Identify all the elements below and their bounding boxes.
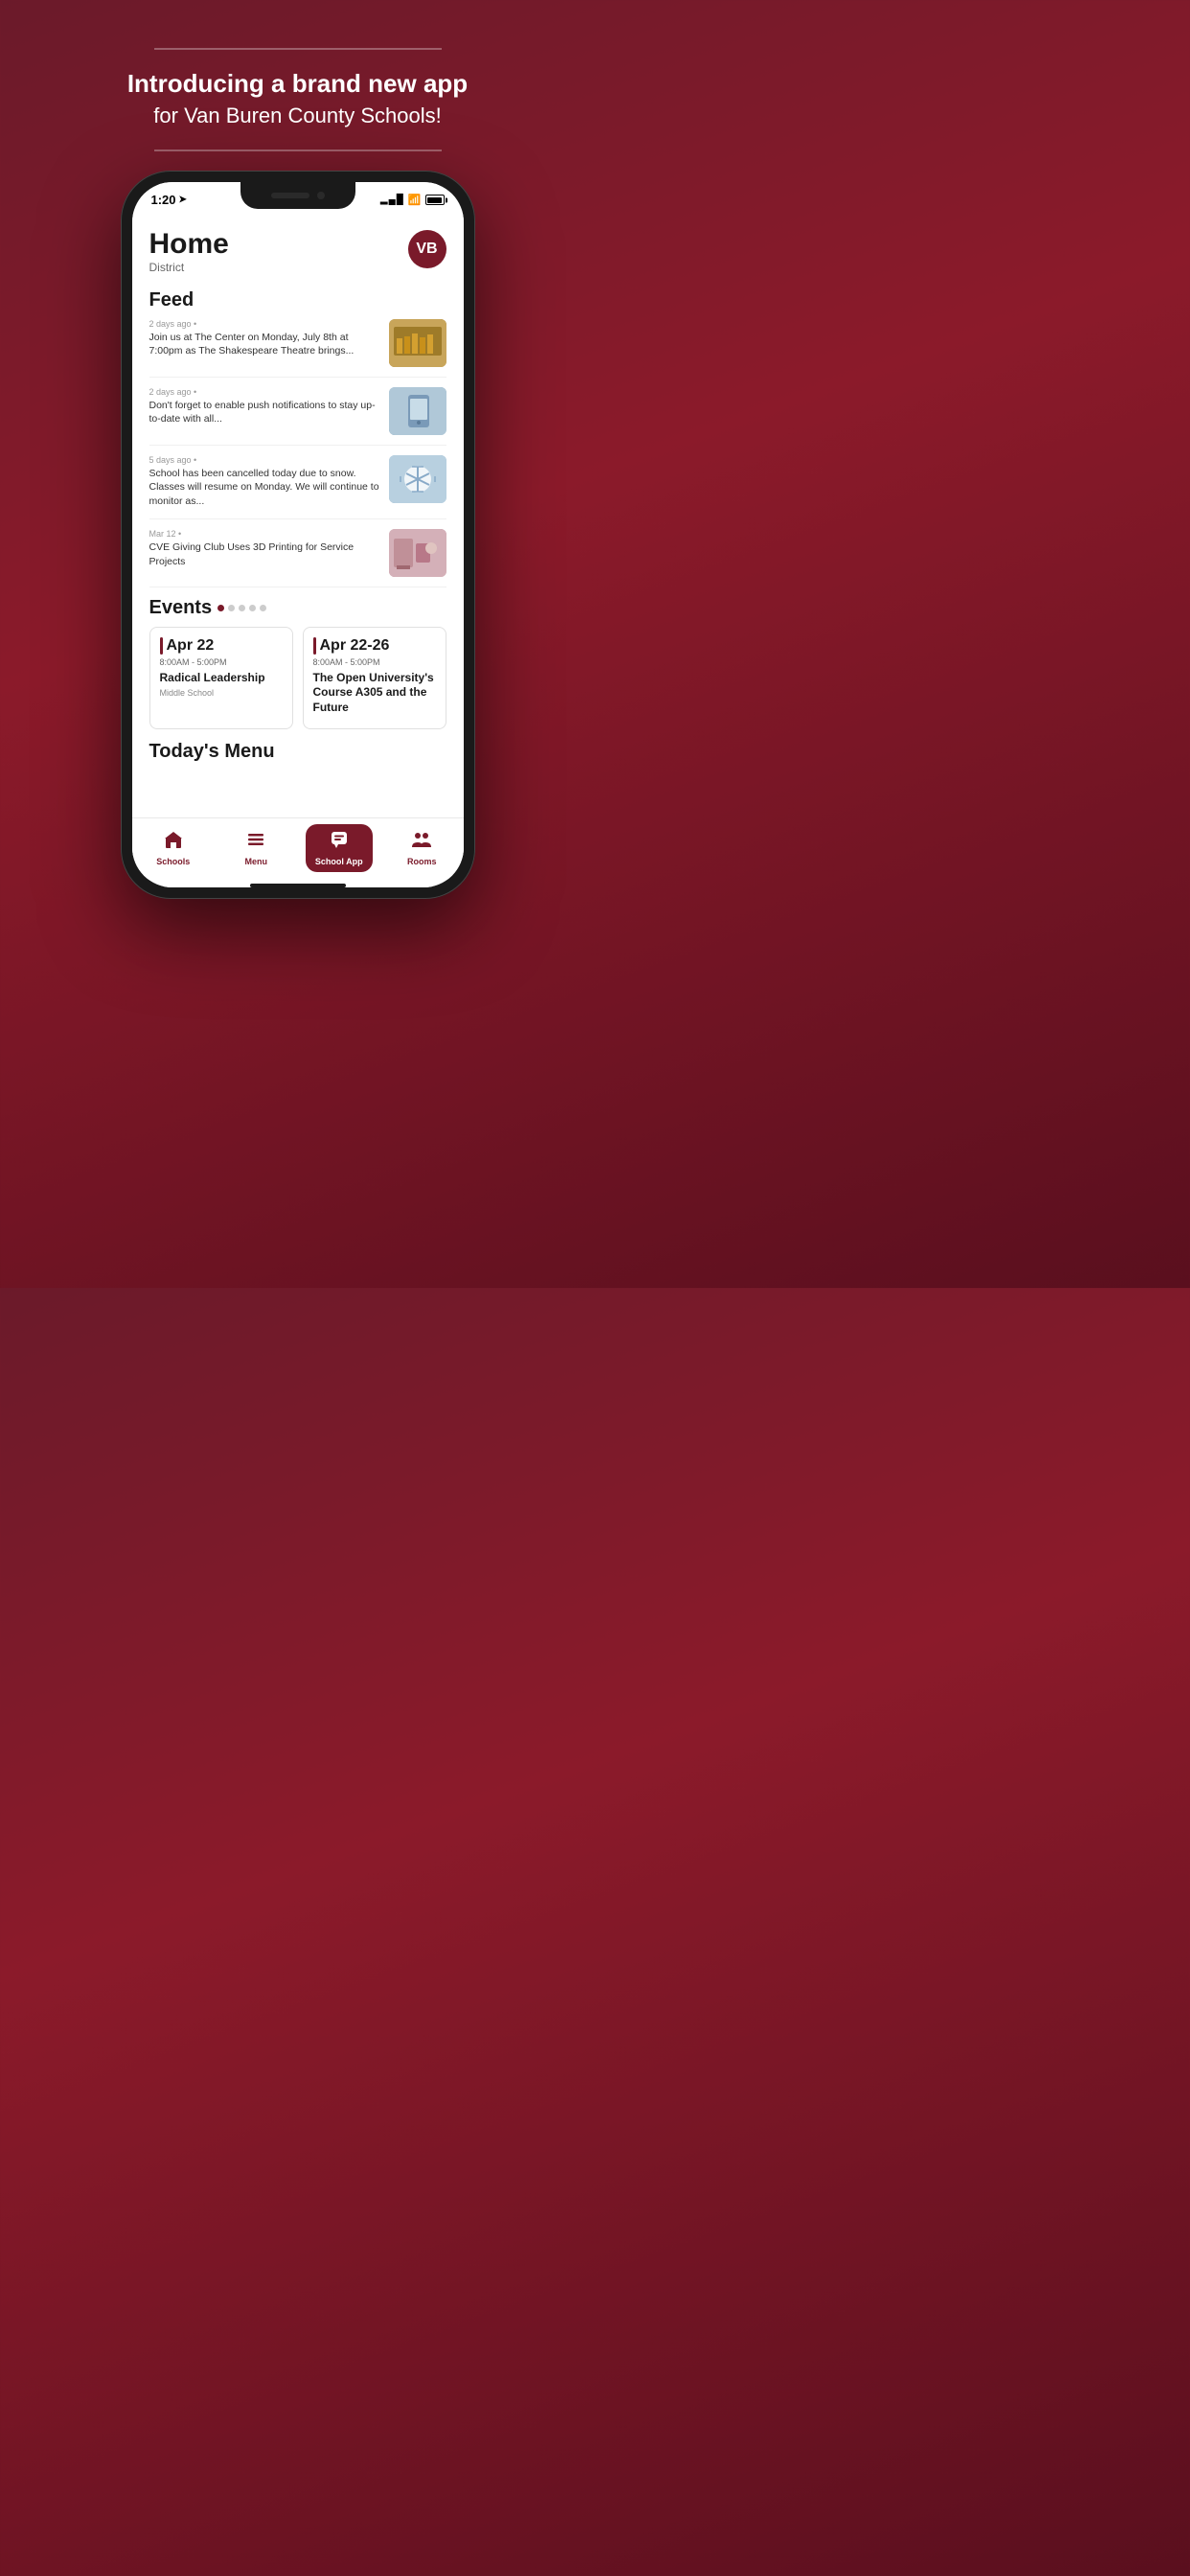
location-arrow-icon: ➤ [179, 195, 187, 205]
nav-item-school-app[interactable]: School App [306, 824, 373, 872]
event-card[interactable]: Apr 22-26 8:00AM - 5:00PM The Open Unive… [303, 627, 446, 729]
event-time: 8:00AM - 5:00PM [160, 657, 283, 667]
signal-icon: ▂▄█ [380, 195, 404, 205]
building-icon [164, 830, 183, 854]
feed-item-text: Mar 12 • CVE Giving Club Uses 3D Printin… [149, 529, 381, 577]
hero-headline: Introducing a brand new app for Van Bure… [89, 50, 506, 150]
feed-body: CVE Giving Club Uses 3D Printing for Ser… [149, 540, 381, 568]
feed-body: School has been cancelled today due to s… [149, 467, 381, 509]
feed-body: Don't forget to enable push notification… [149, 399, 381, 426]
feed-meta: 5 days ago • [149, 455, 381, 465]
event-location: Middle School [160, 688, 283, 698]
people-icon [411, 830, 432, 854]
feed-thumbnail [389, 455, 446, 503]
event-name: The Open University's Course A305 and th… [313, 671, 436, 716]
event-date: Apr 22-26 [313, 637, 436, 655]
hero-line1: Introducing a brand new app [127, 69, 468, 99]
event-card[interactable]: Apr 22 8:00AM - 5:00PM Radical Leadershi… [149, 627, 293, 729]
event-date: Apr 22 [160, 637, 283, 655]
feed-item-text: 5 days ago • School has been cancelled t… [149, 455, 381, 509]
feed-item-text: 2 days ago • Join us at The Center on Mo… [149, 319, 381, 367]
battery-icon [425, 195, 445, 205]
status-bar: 1:20 ➤ ▂▄█ 📶 [132, 182, 464, 218]
events-header: Events [149, 597, 446, 619]
events-pagination-dots [217, 605, 266, 611]
home-indicator [250, 884, 346, 887]
phone-screen: 1:20 ➤ ▂▄█ 📶 Home [132, 182, 464, 887]
nav-item-rooms[interactable]: Rooms [388, 824, 455, 872]
feed-body: Join us at The Center on Monday, July 8t… [149, 331, 381, 358]
feed-meta: 2 days ago • [149, 319, 381, 329]
feed-thumbnail [389, 529, 446, 577]
nav-label-schools: Schools [156, 857, 190, 866]
notch-camera [317, 192, 325, 199]
home-header: Home District VB [149, 230, 446, 276]
phone-mockup: 1:20 ➤ ▂▄█ 📶 Home [121, 171, 475, 899]
bottom-divider [154, 150, 442, 151]
feed-item-text: 2 days ago • Don't forget to enable push… [149, 387, 381, 435]
feed-thumbnail [389, 319, 446, 367]
status-icons: ▂▄█ 📶 [380, 194, 445, 206]
dot-3 [239, 605, 245, 611]
feed-meta: 2 days ago • [149, 387, 381, 397]
nav-item-schools[interactable]: Schools [140, 824, 207, 872]
dot-2 [228, 605, 235, 611]
home-subtitle: District [149, 261, 185, 274]
avatar-initials: VB [416, 241, 437, 258]
avatar[interactable]: VB [408, 230, 446, 268]
status-time: 1:20 ➤ [151, 193, 187, 207]
notch [240, 182, 355, 209]
nav-label-school-app: School App [315, 857, 363, 866]
home-title-group: Home District [149, 230, 229, 276]
content-scroll: Home District VB Feed 2 days ago • Join … [132, 218, 464, 817]
bottom-nav: Schools Menu [132, 817, 464, 880]
dot-5 [260, 605, 266, 611]
nav-label-menu: Menu [245, 857, 268, 866]
menu-icon [246, 830, 265, 854]
battery-fill [427, 197, 442, 203]
event-bar [160, 637, 163, 655]
feed-item[interactable]: 2 days ago • Join us at The Center on Mo… [149, 319, 446, 378]
hero-line2: for Van Buren County Schools! [127, 103, 468, 130]
event-time: 8:00AM - 5:00PM [313, 657, 436, 667]
events-row: Apr 22 8:00AM - 5:00PM Radical Leadershi… [149, 627, 446, 729]
home-title: Home [149, 230, 229, 259]
chat-icon [330, 830, 349, 854]
menu-section-title: Today's Menu [149, 741, 446, 763]
dot-1 [217, 605, 224, 611]
nav-label-rooms: Rooms [407, 857, 437, 866]
dot-4 [249, 605, 256, 611]
feed-section-title: Feed [149, 289, 446, 311]
notch-pill [271, 193, 309, 198]
feed-thumbnail [389, 387, 446, 435]
feed-item[interactable]: 2 days ago • Don't forget to enable push… [149, 387, 446, 446]
nav-item-menu[interactable]: Menu [222, 824, 289, 872]
feed-meta: Mar 12 • [149, 529, 381, 539]
event-name: Radical Leadership [160, 671, 283, 686]
feed-item[interactable]: Mar 12 • CVE Giving Club Uses 3D Printin… [149, 529, 446, 587]
events-section-title: Events [149, 597, 213, 619]
event-bar [313, 637, 316, 655]
feed-item[interactable]: 5 days ago • School has been cancelled t… [149, 455, 446, 519]
screen-content: Home District VB Feed 2 days ago • Join … [132, 218, 464, 887]
wifi-icon: 📶 [408, 194, 422, 206]
